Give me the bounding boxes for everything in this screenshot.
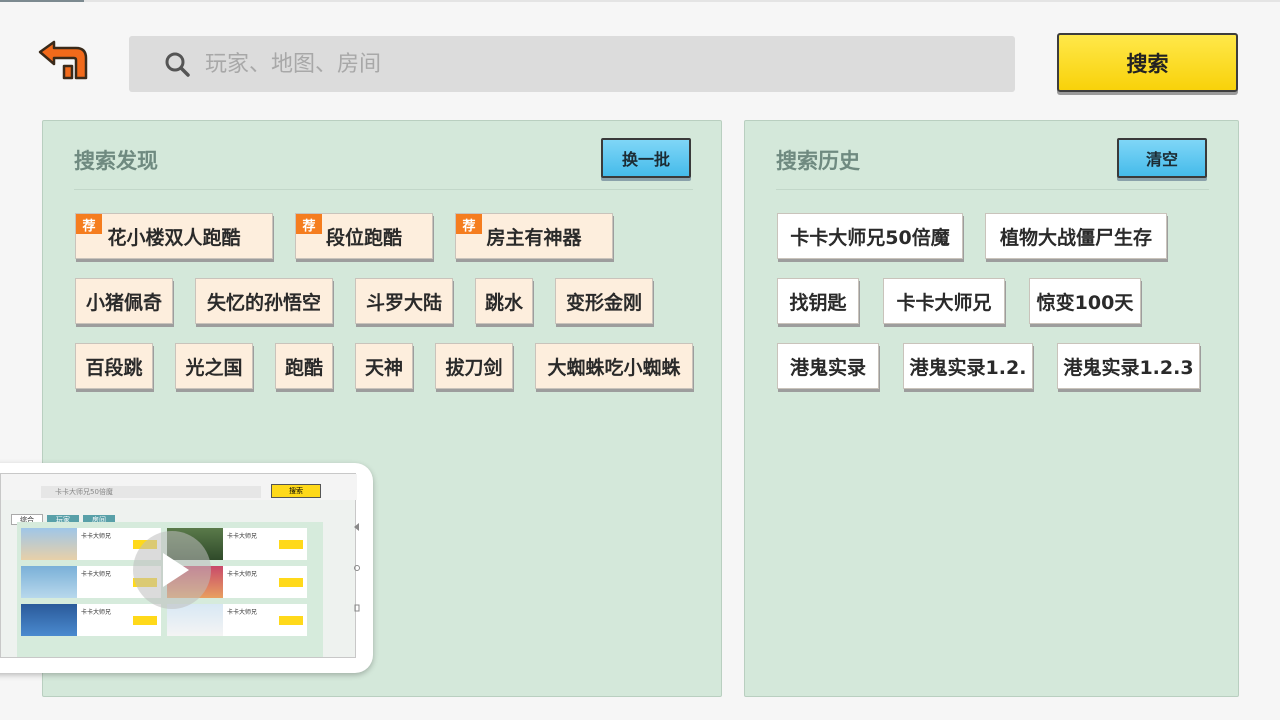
top-strip — [0, 0, 1280, 2]
history-tag[interactable]: 卡卡大师兄 — [883, 278, 1005, 324]
tag-label: 大蜘蛛吃小蜘蛛 — [547, 356, 681, 379]
tag-label: 小猪佩奇 — [85, 291, 162, 314]
discover-tag[interactable]: 失忆的孙悟空 — [195, 278, 333, 324]
history-tag[interactable]: 卡卡大师兄50倍魔 — [777, 213, 963, 259]
tag-label: 天神 — [364, 356, 403, 379]
history-tag[interactable]: 港鬼实录1.2. — [903, 343, 1033, 389]
discover-tag[interactable]: 百段跳 — [75, 343, 153, 389]
video-result-image — [21, 604, 77, 636]
history-tag[interactable]: 惊变100天 — [1029, 278, 1141, 324]
tag-label: 变形金刚 — [565, 291, 642, 314]
history-tag[interactable]: 植物大战僵尸生存 — [985, 213, 1167, 259]
back-button[interactable] — [36, 38, 92, 86]
search-button[interactable]: 搜索 — [1057, 33, 1238, 92]
video-result-image — [21, 566, 77, 598]
recommend-badge: 荐 — [456, 214, 482, 234]
discover-tag[interactable]: 跳水 — [475, 278, 533, 324]
discover-tag[interactable]: 荐 段位跑酷 — [295, 213, 433, 259]
video-preview[interactable]: 卡卡大师兄50倍魔 搜索 综合玩家房间 卡卡大师兄 卡卡大师兄 卡卡大师兄 — [0, 463, 373, 673]
search-icon — [165, 52, 190, 77]
discover-tag[interactable]: 小猪佩奇 — [75, 278, 173, 324]
history-tag[interactable]: 港鬼实录1.2.3 — [1057, 343, 1200, 389]
discover-divider — [74, 189, 693, 190]
back-arrow-icon — [38, 40, 88, 80]
video-search-field: 卡卡大师兄50倍魔 — [41, 486, 261, 498]
clear-button[interactable]: 清空 — [1117, 138, 1207, 178]
history-title: 搜索历史 — [776, 149, 860, 173]
discover-tag[interactable]: 荐 房主有神器 — [455, 213, 613, 259]
discover-tag[interactable]: 变形金刚 — [555, 278, 653, 324]
video-result-title: 卡卡大师兄 — [81, 571, 112, 578]
tag-label: 房主有神器 — [486, 226, 582, 249]
top-strip-accent — [0, 0, 84, 2]
video-result-title: 卡卡大师兄 — [227, 571, 258, 578]
video-result-badge — [279, 540, 303, 549]
video-result-title: 卡卡大师兄 — [227, 533, 258, 540]
tag-label: 百段跳 — [85, 356, 143, 379]
tag-label: 失忆的孙悟空 — [206, 291, 321, 314]
history-divider — [776, 189, 1209, 190]
play-icon[interactable] — [133, 531, 211, 609]
history-tag[interactable]: 港鬼实录 — [777, 343, 879, 389]
video-result-title: 卡卡大师兄 — [227, 609, 258, 616]
tag-label: 斗罗大陆 — [365, 291, 442, 314]
discover-tag[interactable]: 斗罗大陆 — [355, 278, 453, 324]
refresh-button[interactable]: 换一批 — [601, 138, 691, 178]
video-result-badge — [279, 578, 303, 587]
discover-tag[interactable]: 光之国 — [175, 343, 253, 389]
video-result-badge — [279, 616, 303, 625]
video-side-controls — [354, 523, 360, 612]
discover-tag[interactable]: 拔刀剑 — [435, 343, 513, 389]
tag-label: 拔刀剑 — [445, 356, 503, 379]
search-input[interactable] — [205, 51, 965, 77]
discover-tag[interactable]: 跑酷 — [275, 343, 333, 389]
discover-tag[interactable]: 荐 花小楼双人跑酷 — [75, 213, 273, 259]
video-result-title: 卡卡大师兄 — [81, 533, 112, 540]
video-result-badge — [133, 616, 157, 625]
tag-label: 跑酷 — [284, 356, 323, 379]
video-result-row: 卡卡大师兄 — [21, 604, 161, 636]
tag-label: 花小楼双人跑酷 — [107, 226, 241, 249]
recommend-badge: 荐 — [296, 214, 322, 234]
video-result-row: 卡卡大师兄 — [167, 604, 307, 636]
history-panel: 搜索历史 清空 卡卡大师兄50倍魔 植物大战僵尸生存 找钥匙 卡卡大师兄 惊变1… — [744, 120, 1239, 697]
tag-label: 跳水 — [484, 291, 523, 314]
search-bar — [129, 36, 1015, 92]
tag-label: 光之国 — [185, 356, 243, 379]
discover-tag[interactable]: 大蜘蛛吃小蜘蛛 — [535, 343, 693, 389]
recommend-badge: 荐 — [76, 214, 102, 234]
tag-label: 段位跑酷 — [325, 226, 402, 249]
history-tag[interactable]: 找钥匙 — [777, 278, 859, 324]
video-result-image — [21, 528, 77, 560]
video-result-title: 卡卡大师兄 — [81, 609, 112, 616]
discover-title: 搜索发现 — [74, 149, 158, 173]
discover-tag[interactable]: 天神 — [355, 343, 413, 389]
video-search-button: 搜索 — [271, 484, 321, 498]
